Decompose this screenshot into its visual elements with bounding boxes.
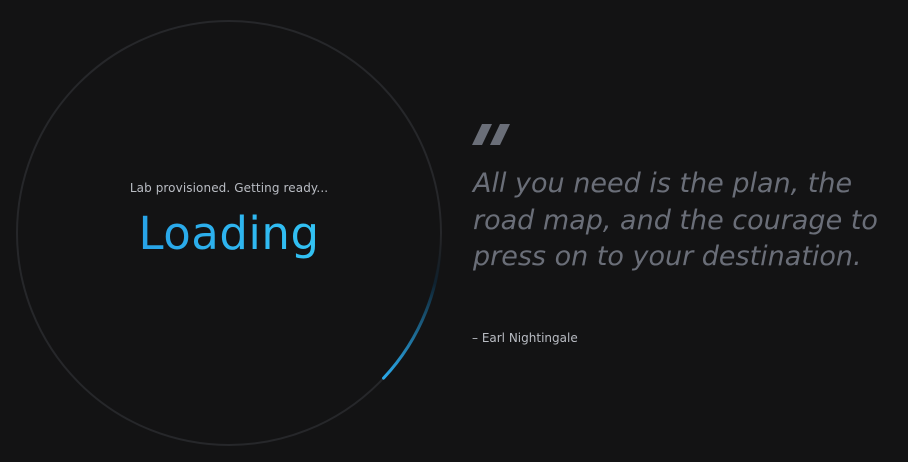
quote-icon [472,124,510,145]
status-text: Lab provisioned. Getting ready... [129,181,329,195]
loading-title: Loading [18,205,440,263]
loading-screen: Lab provisioned. Getting ready... Loadin… [0,0,908,462]
quote-author: – Earl Nightingale [472,331,578,345]
quote-text: All you need is the plan, the road map, … [473,168,878,272]
